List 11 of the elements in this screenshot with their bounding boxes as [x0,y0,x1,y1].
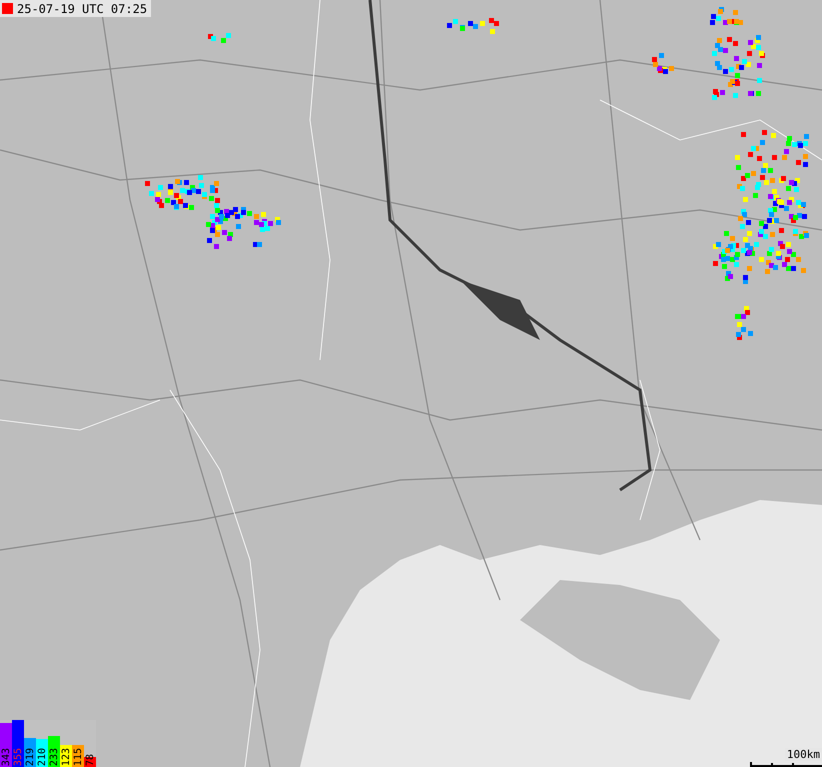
legend-count: 343 [1,748,12,766]
legend-count: 210 [37,748,48,766]
legend-count: 219 [25,748,36,766]
scale-bar-icon [750,761,822,767]
legend-count: 123 [61,748,72,766]
strike-marker-icon [2,3,13,14]
legend-count: 233 [49,748,60,766]
legend-count: 78 [85,754,96,766]
legend-count: 355 [13,748,24,766]
legend-count: 115 [73,748,84,766]
timestamp-text: 25-07-19 UTC 07:25 [17,2,148,16]
